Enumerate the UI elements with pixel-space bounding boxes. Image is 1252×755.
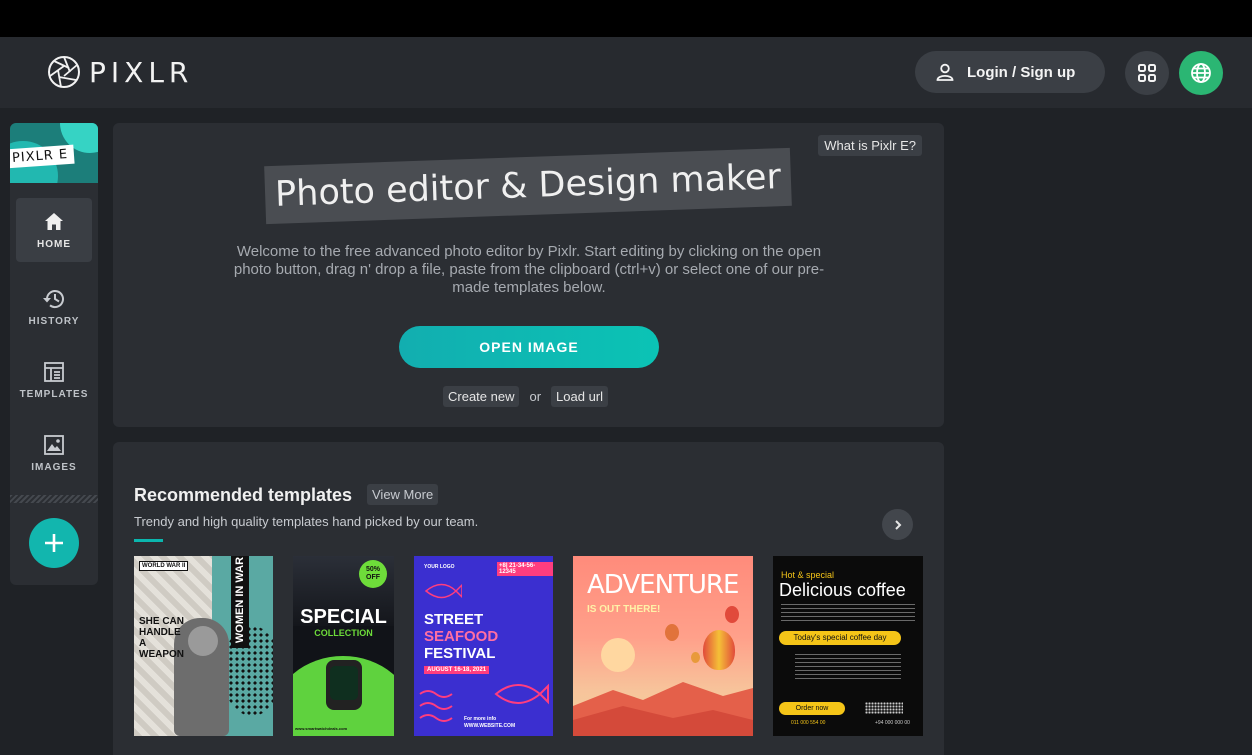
pixlr-logo[interactable]: PIXLR bbox=[47, 55, 193, 89]
template-label: 011 000 554 00 bbox=[791, 720, 826, 726]
logo-text: PIXLR bbox=[89, 55, 194, 89]
template-body-text bbox=[795, 654, 901, 680]
logo-tag: PIXLR E bbox=[10, 144, 75, 169]
template-label: SEAFOOD bbox=[424, 628, 499, 645]
login-label: Login / Sign up bbox=[967, 63, 1076, 81]
section-subtitle: Trendy and high quality templates hand p… bbox=[134, 514, 479, 529]
page-title: Photo editor & Design maker bbox=[274, 157, 782, 215]
plus-icon bbox=[45, 534, 63, 552]
fish-icon bbox=[494, 683, 549, 705]
sun-shape bbox=[601, 638, 635, 672]
language-button[interactable] bbox=[1179, 51, 1223, 95]
recommended-templates-section: Recommended templates View More Trendy a… bbox=[113, 442, 944, 755]
template-adventure[interactable]: ADVENTURE IS OUT THERE! bbox=[573, 556, 753, 736]
template-women-in-war[interactable]: WORLD WAR II SHE CAN HANDLE A WEAPON WOM… bbox=[134, 556, 273, 736]
template-label: Delicious coffee bbox=[779, 580, 906, 600]
template-body-text bbox=[781, 604, 915, 622]
window-top-bar bbox=[0, 0, 1252, 37]
sidebar-item-images[interactable]: IMAGES bbox=[16, 421, 92, 485]
sidebar-item-label: IMAGES bbox=[31, 461, 77, 473]
fish-icon bbox=[424, 583, 462, 599]
history-icon bbox=[43, 289, 64, 308]
view-more-button[interactable]: View More bbox=[367, 484, 439, 505]
templates-icon bbox=[44, 361, 64, 382]
template-label: +94 000 000 00 bbox=[875, 720, 910, 726]
sidebar-item-history[interactable]: HISTORY bbox=[16, 275, 92, 339]
sidebar-item-label: HISTORY bbox=[28, 315, 80, 327]
template-delicious-coffee[interactable]: Hot & special Delicious coffee Today's s… bbox=[773, 556, 923, 736]
template-label: WWW.WEBSITE.COM bbox=[464, 723, 516, 729]
user-icon bbox=[936, 63, 954, 81]
template-special-collection[interactable]: 50% OFF SPECIAL COLLECTION www.smartwatc… bbox=[293, 556, 394, 736]
what-is-pixlr-link[interactable]: What is Pixlr E? bbox=[818, 135, 922, 156]
template-label: www.smartwatchdeals.com bbox=[295, 726, 348, 731]
section-title: Recommended templates bbox=[134, 485, 353, 505]
sidebar-item-label: HOME bbox=[37, 238, 71, 250]
qr-code-shape bbox=[865, 702, 903, 714]
template-label: COLLECTION bbox=[314, 628, 373, 638]
template-label: For more info bbox=[464, 716, 497, 722]
open-image-button[interactable]: OPEN IMAGE bbox=[399, 326, 659, 368]
create-new-button[interactable]: Create new bbox=[443, 386, 520, 407]
template-photo bbox=[330, 666, 358, 700]
apps-grid-icon bbox=[1138, 64, 1156, 82]
hero-card: What is Pixlr E? Photo editor & Design m… bbox=[113, 123, 944, 427]
header: PIXLR Login / Sign up bbox=[0, 37, 1252, 108]
add-button[interactable] bbox=[29, 518, 79, 568]
balloon-shape bbox=[665, 624, 679, 641]
load-url-button[interactable]: Load url bbox=[551, 386, 609, 407]
sidebar-divider bbox=[10, 495, 98, 503]
template-label: STREET bbox=[424, 611, 484, 628]
template-label: YOUR LOGO bbox=[424, 564, 455, 570]
template-label: WORLD WAR II bbox=[139, 561, 189, 571]
login-signup-button[interactable]: Login / Sign up bbox=[915, 51, 1105, 93]
discount-badge: 50% OFF bbox=[359, 560, 387, 588]
sidebar-item-home[interactable]: HOME bbox=[16, 198, 92, 262]
template-label: ADVENTURE bbox=[587, 570, 739, 600]
template-label: AUGUST 16-18, 2021 bbox=[424, 666, 490, 674]
desert-shape bbox=[573, 682, 753, 736]
template-label: Order now bbox=[779, 702, 845, 715]
template-label: +8| 21-34-56-12345 bbox=[497, 562, 553, 576]
headline-banner: Photo editor & Design maker bbox=[264, 147, 792, 225]
pixlr-e-logo[interactable]: PIXLR E bbox=[10, 123, 98, 183]
template-label: FESTIVAL bbox=[424, 645, 496, 662]
globe-icon bbox=[1191, 63, 1211, 83]
template-label: IS OUT THERE! bbox=[587, 604, 661, 615]
template-label: 50% OFF bbox=[365, 566, 380, 581]
template-photo bbox=[188, 626, 218, 656]
balloon-shape bbox=[725, 606, 739, 623]
carousel-next-button[interactable] bbox=[882, 509, 913, 540]
template-label: Hot & special bbox=[781, 570, 835, 580]
welcome-text: Welcome to the free advanced photo edito… bbox=[233, 243, 825, 296]
aperture-icon bbox=[48, 56, 80, 88]
image-icon bbox=[44, 434, 64, 455]
home-icon bbox=[45, 212, 63, 230]
or-text: or bbox=[529, 389, 542, 404]
template-label: WOMEN IN WAR bbox=[234, 556, 246, 644]
sidebar-item-label: TEMPLATES bbox=[19, 388, 89, 400]
sidebar: PIXLR E HOME HISTORY TEMPLATES IMAGES bbox=[10, 123, 98, 585]
chevron-right-icon bbox=[894, 519, 901, 530]
section-underline bbox=[134, 539, 163, 542]
template-label: SPECIAL bbox=[300, 606, 387, 628]
apps-button[interactable] bbox=[1125, 51, 1169, 95]
balloon-shape bbox=[691, 652, 700, 663]
wave-icon bbox=[419, 690, 453, 722]
sidebar-item-templates[interactable]: TEMPLATES bbox=[16, 348, 92, 412]
secondary-actions: Create new or Load url bbox=[443, 386, 609, 407]
template-label: SHE CAN HANDLE A WEAPON bbox=[139, 616, 185, 660]
balloon-shape bbox=[703, 630, 735, 670]
template-street-seafood-festival[interactable]: YOUR LOGO +8| 21-34-56-12345 STREET SEAF… bbox=[414, 556, 553, 736]
template-label: Today's special coffee day bbox=[779, 631, 901, 645]
